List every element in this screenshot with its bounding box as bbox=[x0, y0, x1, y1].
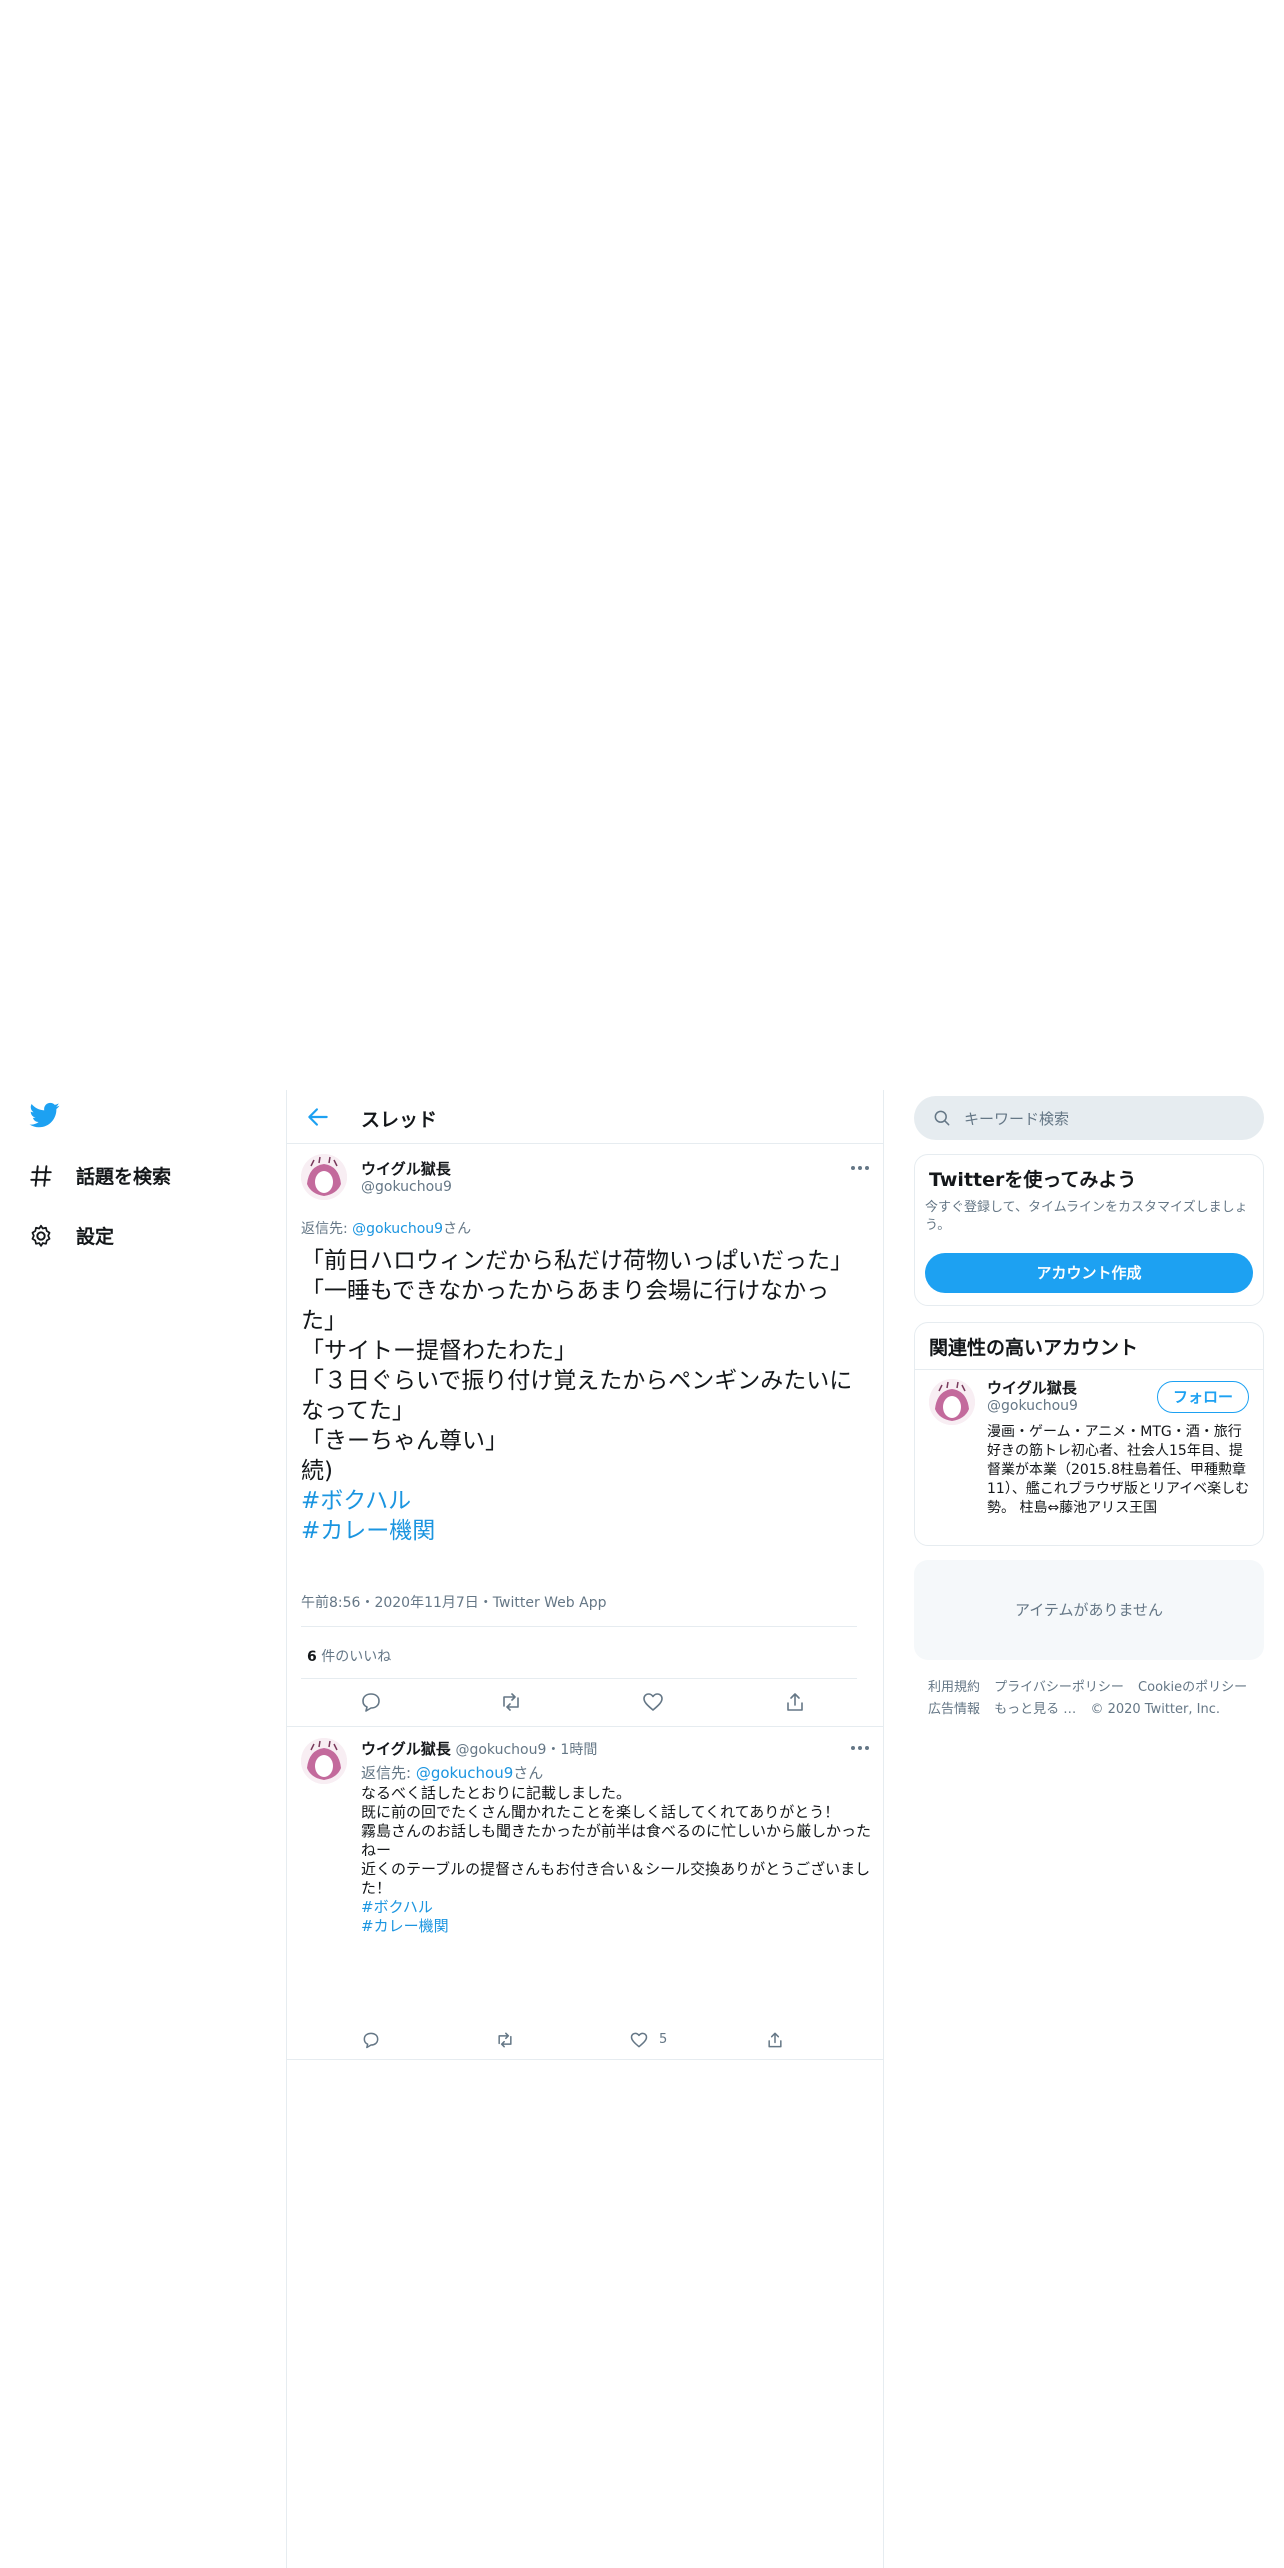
related-accounts-card: 関連性の高いアカウント ウイグル獄長 @gokuchou9 フォロー 漫画・ゲー… bbox=[914, 1322, 1264, 1546]
retweet-icon[interactable] bbox=[499, 1690, 523, 1714]
signup-title: Twitterを使ってみよう bbox=[929, 1169, 1137, 1191]
account-name[interactable]: ウイグル獄長 bbox=[987, 1377, 1078, 1398]
footer-link[interactable]: 広告情報 bbox=[928, 1702, 980, 1717]
reply-to-link[interactable]: @gokuchou9 bbox=[352, 1221, 443, 1237]
footer-link[interactable]: 利用規約 bbox=[928, 1680, 980, 1695]
footer-links: 利用規約 プライバシーポリシー Cookieのポリシー bbox=[928, 1676, 1257, 1695]
account-handle[interactable]: @gokuchou9 bbox=[987, 1398, 1078, 1414]
author-handle[interactable]: @gokuchou9 bbox=[361, 1179, 452, 1195]
search-icon bbox=[934, 1110, 950, 1126]
more-options-icon[interactable] bbox=[849, 1744, 871, 1752]
create-account-button[interactable]: アカウント作成 bbox=[925, 1253, 1253, 1293]
copyright: © 2020 Twitter, Inc. bbox=[1090, 1702, 1220, 1717]
likes-label: 件のいいね bbox=[316, 1649, 392, 1665]
more-options-icon[interactable] bbox=[849, 1164, 871, 1172]
tweet-text: なるべく話したとおりに記載しました。 既に前の回でたくさん聞かれたことを楽しく話… bbox=[361, 1784, 871, 1936]
like-count: 5 bbox=[659, 2032, 668, 2047]
reply-icon[interactable] bbox=[361, 2030, 381, 2050]
signup-card: Twitterを使ってみよう 今すぐ登録して、タイムラインをカスタマイズしましょ… bbox=[914, 1154, 1264, 1306]
arrow-left-icon[interactable] bbox=[305, 1104, 331, 1130]
account-bio: 漫画・ゲーム・アニメ・MTG・酒・旅行好きの筋トレ初心者、社会人15年目、提督業… bbox=[987, 1424, 1250, 1516]
nav-explore[interactable]: 話題を検索 bbox=[28, 1162, 171, 1189]
footer-link[interactable]: Cookieのポリシー bbox=[1138, 1680, 1247, 1695]
reply-context: 返信先: @gokuchou9さん bbox=[361, 1762, 543, 1783]
nav-settings[interactable]: 設定 bbox=[28, 1222, 114, 1249]
hashtag-link[interactable]: #カレー機関 bbox=[301, 1518, 435, 1544]
tweet-body: 「前日ハロウィンだから私だけ荷物いっぱいだった」 「一睡もできなかったからあまり… bbox=[301, 1248, 853, 1484]
heart-icon[interactable] bbox=[641, 1690, 665, 1714]
divider bbox=[301, 1626, 857, 1627]
footer-link[interactable]: もっと見る … bbox=[994, 1702, 1076, 1717]
gear-icon bbox=[31, 1224, 51, 1247]
hashtag-link[interactable]: #カレー機関 bbox=[361, 1917, 449, 1935]
hashtag-link[interactable]: #ボクハル bbox=[301, 1488, 411, 1514]
likes-count: 6 bbox=[307, 1649, 317, 1665]
author-handle[interactable]: @gokuchou9 bbox=[455, 1742, 546, 1758]
tweet-body: なるべく話したとおりに記載しました。 既に前の回でたくさん聞かれたことを楽しく話… bbox=[361, 1784, 872, 1897]
retweet-icon[interactable] bbox=[495, 2030, 515, 2050]
reply-prefix: 返信先: bbox=[361, 1764, 416, 1782]
reply-prefix: 返信先: bbox=[301, 1221, 353, 1237]
footer-links: 広告情報 もっと見る … © 2020 Twitter, Inc. bbox=[928, 1698, 1230, 1717]
nav-settings-label: 設定 bbox=[76, 1226, 115, 1248]
reply-context: 返信先: @gokuchou9さん bbox=[301, 1218, 471, 1238]
thread-header: スレッド bbox=[287, 1090, 883, 1144]
thread-column: スレッド ウイグル獄長 @gokuchou9 返信先: @gokuchou9さん… bbox=[286, 1090, 884, 2568]
likes-summary[interactable]: 6 件のいいね bbox=[307, 1646, 391, 1666]
trends-empty-panel: アイテムがありません bbox=[914, 1560, 1264, 1660]
related-title: 関連性の高いアカウント bbox=[929, 1337, 1139, 1359]
divider bbox=[915, 1369, 1263, 1370]
author-name[interactable]: ウイグル獄長 bbox=[361, 1158, 452, 1179]
footer-link[interactable]: プライバシーポリシー bbox=[994, 1680, 1124, 1695]
heart-icon[interactable] bbox=[629, 2030, 649, 2050]
share-icon[interactable] bbox=[783, 1690, 807, 1714]
avatar[interactable] bbox=[301, 1738, 347, 1784]
search-input[interactable]: キーワード検索 bbox=[964, 1108, 1069, 1129]
tweet-time[interactable]: ・1時間 bbox=[546, 1742, 597, 1758]
reply-suffix: さん bbox=[443, 1221, 472, 1237]
page-title: スレッド bbox=[361, 1109, 438, 1131]
avatar[interactable] bbox=[301, 1154, 347, 1200]
divider bbox=[301, 1678, 857, 1679]
reply-icon[interactable] bbox=[359, 1690, 383, 1714]
reply-to-link[interactable]: @gokuchou9 bbox=[416, 1764, 513, 1782]
reply-tweet[interactable]: ウイグル獄長 @gokuchou9・1時間 返信先: @gokuchou9さん … bbox=[287, 1726, 883, 2060]
author-name[interactable]: ウイグル獄長 bbox=[361, 1740, 451, 1758]
twitter-bird-icon[interactable] bbox=[28, 1100, 62, 1130]
share-icon[interactable] bbox=[765, 2030, 785, 2050]
signup-desc: 今すぐ登録して、タイムラインをカスタマイズしましょう。 bbox=[925, 1200, 1248, 1233]
divider bbox=[287, 2059, 883, 2060]
search-box[interactable]: キーワード検索 bbox=[914, 1096, 1264, 1140]
hashtag-link[interactable]: #ボクハル bbox=[361, 1898, 433, 1916]
tweet-text: 「前日ハロウィンだから私だけ荷物いっぱいだった」 「一睡もできなかったからあまり… bbox=[301, 1246, 861, 1546]
reply-suffix: さん bbox=[513, 1764, 544, 1782]
hashtag-icon bbox=[30, 1164, 52, 1187]
follow-button[interactable]: フォロー bbox=[1157, 1381, 1249, 1413]
tweet-timestamp[interactable]: 午前8:56・2020年11月7日・Twitter Web App bbox=[301, 1592, 606, 1612]
avatar[interactable] bbox=[929, 1379, 975, 1425]
nav-explore-label: 話題を検索 bbox=[76, 1166, 172, 1188]
